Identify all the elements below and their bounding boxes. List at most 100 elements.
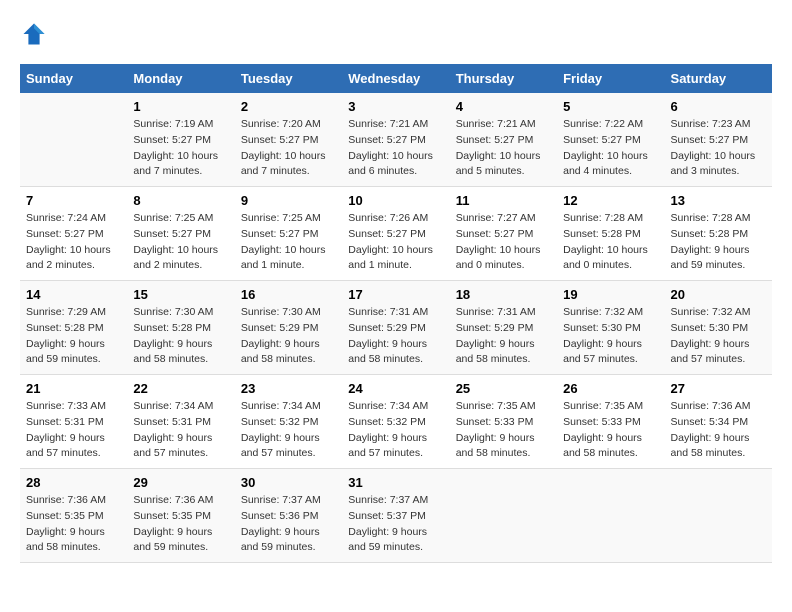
calendar-cell: 18 Sunrise: 7:31 AMSunset: 5:29 PMDayligh… bbox=[450, 281, 557, 375]
column-header-monday: Monday bbox=[127, 64, 234, 93]
calendar-cell bbox=[557, 469, 664, 563]
day-number: 7 bbox=[26, 193, 121, 208]
day-number: 2 bbox=[241, 99, 336, 114]
day-number: 31 bbox=[348, 475, 443, 490]
column-header-wednesday: Wednesday bbox=[342, 64, 449, 93]
day-info: Sunrise: 7:36 AMSunset: 5:35 PMDaylight:… bbox=[133, 493, 228, 556]
day-number: 12 bbox=[563, 193, 658, 208]
calendar-cell: 4 Sunrise: 7:21 AMSunset: 5:27 PMDaylight… bbox=[450, 93, 557, 187]
calendar-cell: 14 Sunrise: 7:29 AMSunset: 5:28 PMDayligh… bbox=[20, 281, 127, 375]
day-number: 27 bbox=[671, 381, 766, 396]
calendar-cell: 11 Sunrise: 7:27 AMSunset: 5:27 PMDayligh… bbox=[450, 187, 557, 281]
calendar-cell: 22 Sunrise: 7:34 AMSunset: 5:31 PMDayligh… bbox=[127, 375, 234, 469]
day-number: 30 bbox=[241, 475, 336, 490]
day-info: Sunrise: 7:21 AMSunset: 5:27 PMDaylight:… bbox=[456, 117, 551, 180]
day-info: Sunrise: 7:21 AMSunset: 5:27 PMDaylight:… bbox=[348, 117, 443, 180]
calendar-cell: 21 Sunrise: 7:33 AMSunset: 5:31 PMDayligh… bbox=[20, 375, 127, 469]
day-number: 3 bbox=[348, 99, 443, 114]
day-info: Sunrise: 7:31 AMSunset: 5:29 PMDaylight:… bbox=[348, 305, 443, 368]
day-info: Sunrise: 7:34 AMSunset: 5:32 PMDaylight:… bbox=[241, 399, 336, 462]
day-number: 25 bbox=[456, 381, 551, 396]
day-info: Sunrise: 7:26 AMSunset: 5:27 PMDaylight:… bbox=[348, 211, 443, 274]
calendar-cell: 27Sunrise: 7:36 AMSunset: 5:34 PMDayligh… bbox=[665, 375, 772, 469]
calendar-cell bbox=[20, 93, 127, 187]
day-info: Sunrise: 7:35 AMSunset: 5:33 PMDaylight:… bbox=[563, 399, 658, 462]
calendar-cell: 25 Sunrise: 7:35 AMSunset: 5:33 PMDayligh… bbox=[450, 375, 557, 469]
calendar-cell: 28Sunrise: 7:36 AMSunset: 5:35 PMDayligh… bbox=[20, 469, 127, 563]
calendar-cell: 26 Sunrise: 7:35 AMSunset: 5:33 PMDayligh… bbox=[557, 375, 664, 469]
calendar-cell: 8Sunrise: 7:25 AMSunset: 5:27 PMDaylight… bbox=[127, 187, 234, 281]
calendar-header-row: SundayMondayTuesdayWednesdayThursdayFrid… bbox=[20, 64, 772, 93]
column-header-thursday: Thursday bbox=[450, 64, 557, 93]
day-number: 21 bbox=[26, 381, 121, 396]
calendar-cell: 16Sunrise: 7:30 AMSunset: 5:29 PMDayligh… bbox=[235, 281, 342, 375]
column-header-sunday: Sunday bbox=[20, 64, 127, 93]
day-info: Sunrise: 7:32 AMSunset: 5:30 PMDaylight:… bbox=[671, 305, 766, 368]
calendar-cell: 2 Sunrise: 7:20 AMSunset: 5:27 PMDaylight… bbox=[235, 93, 342, 187]
column-header-friday: Friday bbox=[557, 64, 664, 93]
day-info: Sunrise: 7:35 AMSunset: 5:33 PMDaylight:… bbox=[456, 399, 551, 462]
calendar-cell: 24 Sunrise: 7:34 AMSunset: 5:32 PMDayligh… bbox=[342, 375, 449, 469]
calendar-cell: 23 Sunrise: 7:34 AMSunset: 5:32 PMDayligh… bbox=[235, 375, 342, 469]
calendar-table: SundayMondayTuesdayWednesdayThursdayFrid… bbox=[20, 64, 772, 563]
day-number: 28 bbox=[26, 475, 121, 490]
day-info: Sunrise: 7:34 AMSunset: 5:32 PMDaylight:… bbox=[348, 399, 443, 462]
day-number: 20 bbox=[671, 287, 766, 302]
calendar-cell: 9Sunrise: 7:25 AMSunset: 5:27 PMDaylight… bbox=[235, 187, 342, 281]
day-info: Sunrise: 7:34 AMSunset: 5:31 PMDaylight:… bbox=[133, 399, 228, 462]
day-info: Sunrise: 7:25 AMSunset: 5:27 PMDaylight:… bbox=[133, 211, 228, 274]
calendar-cell: 29Sunrise: 7:36 AMSunset: 5:35 PMDayligh… bbox=[127, 469, 234, 563]
day-info: Sunrise: 7:28 AMSunset: 5:28 PMDaylight:… bbox=[563, 211, 658, 274]
calendar-cell: 31 Sunrise: 7:37 AMSunset: 5:37 PMDayligh… bbox=[342, 469, 449, 563]
week-row-5: 28 Sunrise: 7:36 AMSunset: 5:35 PMDayligh… bbox=[20, 469, 772, 563]
calendar-cell: 19Sunrise: 7:32 AMSunset: 5:30 PMDayligh… bbox=[557, 281, 664, 375]
day-info: Sunrise: 7:19 AMSunset: 5:27 PMDaylight:… bbox=[133, 117, 228, 180]
day-info: Sunrise: 7:29 AMSunset: 5:28 PMDaylight:… bbox=[26, 305, 121, 368]
day-info: Sunrise: 7:37 AMSunset: 5:37 PMDaylight:… bbox=[348, 493, 443, 556]
day-info: Sunrise: 7:28 AMSunset: 5:28 PMDaylight:… bbox=[671, 211, 766, 274]
day-number: 18 bbox=[456, 287, 551, 302]
day-number: 24 bbox=[348, 381, 443, 396]
day-info: Sunrise: 7:23 AMSunset: 5:27 PMDaylight:… bbox=[671, 117, 766, 180]
calendar-cell: 7Sunrise: 7:24 AMSunset: 5:27 PMDaylight… bbox=[20, 187, 127, 281]
day-info: Sunrise: 7:27 AMSunset: 5:27 PMDaylight:… bbox=[456, 211, 551, 274]
header bbox=[20, 20, 772, 48]
day-number: 4 bbox=[456, 99, 551, 114]
logo-icon bbox=[20, 20, 48, 48]
week-row-1: 1Sunrise: 7:19 AMSunset: 5:27 PMDaylight… bbox=[20, 93, 772, 187]
calendar-cell bbox=[665, 469, 772, 563]
day-number: 10 bbox=[348, 193, 443, 208]
calendar-cell: 10 Sunrise: 7:26 AMSunset: 5:27 PMDayligh… bbox=[342, 187, 449, 281]
day-number: 26 bbox=[563, 381, 658, 396]
day-info: Sunrise: 7:37 AMSunset: 5:36 PMDaylight:… bbox=[241, 493, 336, 556]
calendar-cell: 1Sunrise: 7:19 AMSunset: 5:27 PMDaylight… bbox=[127, 93, 234, 187]
day-number: 5 bbox=[563, 99, 658, 114]
calendar-cell: 3 Sunrise: 7:21 AMSunset: 5:27 PMDaylight… bbox=[342, 93, 449, 187]
day-number: 14 bbox=[26, 287, 121, 302]
column-header-tuesday: Tuesday bbox=[235, 64, 342, 93]
day-number: 17 bbox=[348, 287, 443, 302]
calendar-cell: 5 Sunrise: 7:22 AMSunset: 5:27 PMDaylight… bbox=[557, 93, 664, 187]
column-header-saturday: Saturday bbox=[665, 64, 772, 93]
day-info: Sunrise: 7:20 AMSunset: 5:27 PMDaylight:… bbox=[241, 117, 336, 180]
day-number: 15 bbox=[133, 287, 228, 302]
calendar-cell bbox=[450, 469, 557, 563]
day-info: Sunrise: 7:32 AMSunset: 5:30 PMDaylight:… bbox=[563, 305, 658, 368]
calendar-cell: 30 Sunrise: 7:37 AMSunset: 5:36 PMDayligh… bbox=[235, 469, 342, 563]
logo bbox=[20, 20, 52, 48]
week-row-4: 21 Sunrise: 7:33 AMSunset: 5:31 PMDayligh… bbox=[20, 375, 772, 469]
calendar-cell: 13 Sunrise: 7:28 AMSunset: 5:28 PMDayligh… bbox=[665, 187, 772, 281]
day-number: 16 bbox=[241, 287, 336, 302]
day-number: 13 bbox=[671, 193, 766, 208]
day-info: Sunrise: 7:31 AMSunset: 5:29 PMDaylight:… bbox=[456, 305, 551, 368]
calendar-cell: 20 Sunrise: 7:32 AMSunset: 5:30 PMDayligh… bbox=[665, 281, 772, 375]
day-info: Sunrise: 7:33 AMSunset: 5:31 PMDaylight:… bbox=[26, 399, 121, 462]
day-info: Sunrise: 7:30 AMSunset: 5:28 PMDaylight:… bbox=[133, 305, 228, 368]
day-number: 22 bbox=[133, 381, 228, 396]
day-number: 11 bbox=[456, 193, 551, 208]
day-info: Sunrise: 7:22 AMSunset: 5:27 PMDaylight:… bbox=[563, 117, 658, 180]
calendar-cell: 12 Sunrise: 7:28 AMSunset: 5:28 PMDayligh… bbox=[557, 187, 664, 281]
day-info: Sunrise: 7:25 AMSunset: 5:27 PMDaylight:… bbox=[241, 211, 336, 274]
week-row-3: 14 Sunrise: 7:29 AMSunset: 5:28 PMDayligh… bbox=[20, 281, 772, 375]
day-number: 23 bbox=[241, 381, 336, 396]
